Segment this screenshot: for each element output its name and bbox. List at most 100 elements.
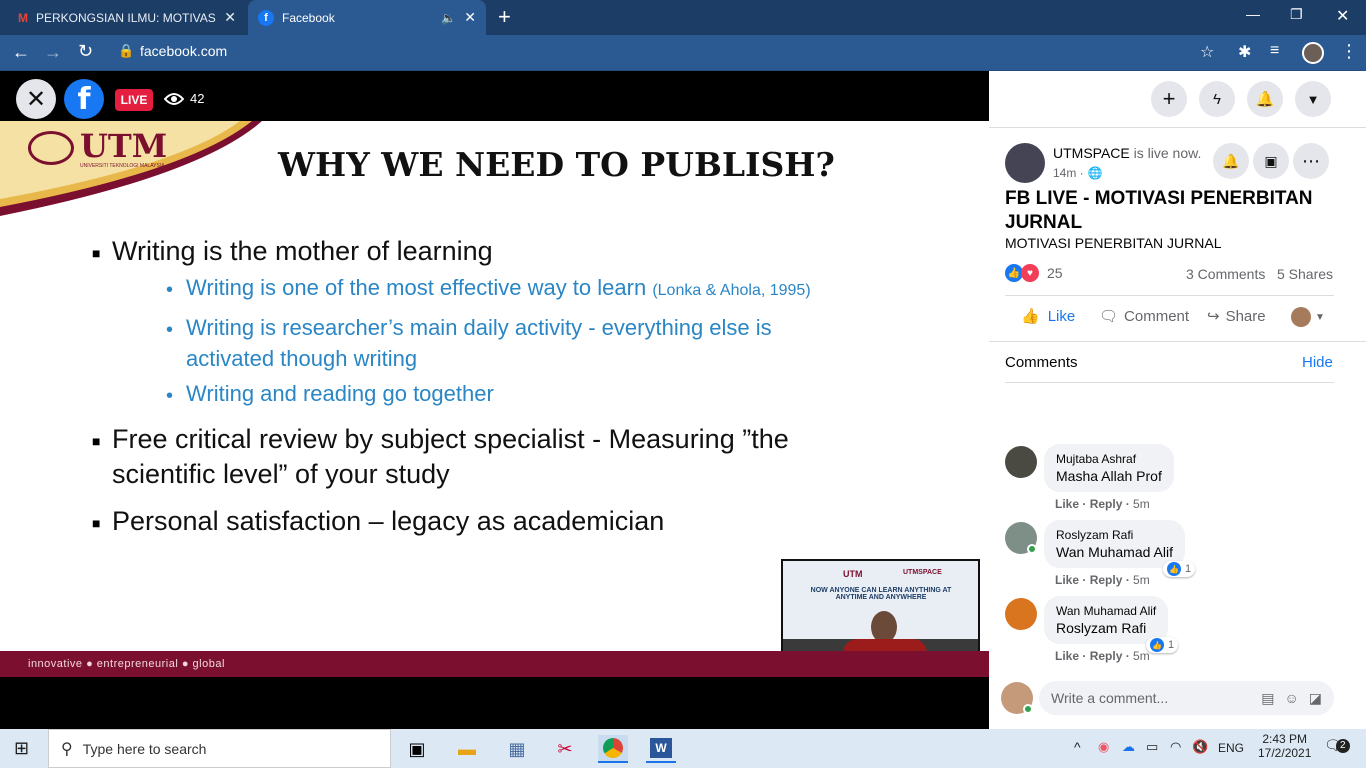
bell-icon[interactable]: 🔔 <box>1213 143 1249 179</box>
show-hidden-icons[interactable]: ^ <box>1074 739 1081 755</box>
tab-facebook[interactable]: f Facebook 🔈 ✕ <box>248 0 486 35</box>
save-icon[interactable]: ▣ <box>1253 143 1289 179</box>
comment-actions: Like · Reply · 5m <box>1055 497 1150 511</box>
divider <box>989 341 1366 342</box>
sub-bullet-text: Writing and reading go together <box>186 381 494 406</box>
clock-date: 17/2/2021 <box>1258 746 1312 760</box>
tray-app-icon[interactable]: ◉ <box>1098 739 1109 755</box>
comment-time[interactable]: 5m <box>1133 649 1150 663</box>
chrome-menu-icon[interactable]: ⋮ <box>1340 41 1358 62</box>
reactions-summary[interactable]: 👍 ♥ 25 <box>1005 264 1063 282</box>
messenger-icon[interactable]: ϟ <box>1199 81 1235 117</box>
comment-avatar[interactable] <box>1005 446 1037 478</box>
comment-author[interactable]: Roslyzam Rafi <box>1056 528 1173 542</box>
comment-reply-link[interactable]: Reply <box>1090 573 1123 587</box>
bookmark-star-icon[interactable]: ☆ <box>1200 42 1214 62</box>
windows-start-icon[interactable]: ⊞ <box>14 738 29 759</box>
wifi-icon[interactable]: ◠ <box>1170 739 1181 755</box>
comment-like-link[interactable]: Like <box>1055 497 1079 511</box>
comment-text: Wan Muhamad Alif <box>1056 544 1173 560</box>
divider <box>1005 295 1334 296</box>
comment-button[interactable]: 🗨 Comment <box>1099 307 1189 326</box>
lock-icon[interactable]: 🔒 <box>118 43 134 59</box>
react-as-selector[interactable]: ▼ <box>1291 307 1325 327</box>
comment-like-link[interactable]: Like <box>1055 649 1079 663</box>
post-time-row: 14m · 🌐 <box>1053 166 1103 180</box>
share-button[interactable]: ↪ Share <box>1207 307 1266 326</box>
media-control-icon[interactable]: ≡ <box>1270 42 1279 60</box>
facebook-favicon-icon: f <box>258 9 274 26</box>
tab-perkongsian[interactable]: M PERKONGSIAN ILMU: MOTIVASI P ✕ <box>8 0 246 35</box>
hide-comments-link[interactable]: Hide <box>1302 354 1333 371</box>
clock[interactable]: 2:43 PM 17/2/2021 <box>1258 732 1311 760</box>
sub-bullet-text: Writing is one of the most effective way… <box>186 275 811 301</box>
page-name[interactable]: UTMSPACE <box>1053 145 1130 161</box>
sticker-icon[interactable]: ◪ <box>1309 690 1322 707</box>
emoji-icon[interactable]: ☺ <box>1284 690 1298 706</box>
taskbar-search[interactable]: ⚲ Type here to search <box>48 729 391 768</box>
comment-bubble: Mujtaba Ashraf Masha Allah Prof <box>1044 444 1174 492</box>
comment-reply-link[interactable]: Reply <box>1090 649 1123 663</box>
post-panel: + ϟ 🔔 ▼ UTMSPACE is live now. 14m · 🌐 🔔 … <box>989 71 1366 729</box>
task-view-icon[interactable]: ▣ <box>402 735 432 763</box>
restore-button[interactable]: ❐ <box>1290 6 1303 23</box>
file-explorer-icon[interactable]: ▬ <box>452 735 482 763</box>
thumbs-up-icon: 👍 <box>1021 308 1040 325</box>
post-header: UTMSPACE is live now. <box>1053 145 1201 161</box>
language-indicator[interactable]: ENG <box>1218 741 1244 755</box>
sub-bullet-text: Writing is researcher’s main daily activ… <box>186 315 772 340</box>
comment-like-link[interactable]: Like <box>1055 573 1079 587</box>
pip-logo: UTM <box>843 569 863 579</box>
battery-icon[interactable]: ▭ <box>1146 739 1158 755</box>
snipping-tool-icon[interactable]: ✂ <box>550 735 580 763</box>
speaker-muted-icon[interactable]: 🔈 <box>441 11 456 25</box>
comment-input[interactable]: Write a comment... ▤ ☺ ◪ <box>1039 681 1334 715</box>
comment-like-count[interactable]: 👍 1 <box>1163 561 1196 577</box>
comment-reply-link[interactable]: Reply <box>1090 497 1123 511</box>
create-icon[interactable]: + <box>1151 81 1187 117</box>
forward-icon[interactable]: → <box>44 42 62 63</box>
chrome-taskbar-icon[interactable] <box>598 735 628 763</box>
viewer-count-value: 42 <box>190 91 205 106</box>
comment-time[interactable]: 5m <box>1133 573 1150 587</box>
gif-icon[interactable]: ▤ <box>1261 690 1274 707</box>
reload-icon[interactable]: ↻ <box>78 41 93 62</box>
close-video-icon[interactable]: ✕ <box>16 79 56 119</box>
volume-icon[interactable]: 🔇 <box>1192 739 1208 755</box>
onedrive-icon[interactable]: ☁ <box>1122 739 1135 755</box>
notification-count: 2 <box>1335 738 1350 753</box>
shares-count[interactable]: 5 Shares <box>1277 266 1333 282</box>
comment-author[interactable]: Wan Muhamad Alif <box>1056 604 1156 618</box>
close-window-button[interactable]: ✕ <box>1336 6 1349 26</box>
bullet-icon: ■ <box>92 515 101 531</box>
url-field[interactable]: facebook.com <box>140 43 227 59</box>
notification-center[interactable]: 🗨 2 <box>1324 737 1350 754</box>
comment-avatar[interactable] <box>1005 598 1037 630</box>
bullet-icon: ■ <box>92 245 101 261</box>
comment-like-count[interactable]: 👍 1 <box>1146 637 1179 653</box>
comment-text: Roslyzam Rafi <box>1056 620 1147 636</box>
bullet-text: Personal satisfaction – legacy as academ… <box>112 506 665 536</box>
minimize-button[interactable]: — <box>1246 6 1260 22</box>
facebook-logo-icon[interactable]: f <box>64 79 104 119</box>
comments-count[interactable]: 3 Comments <box>1186 266 1265 282</box>
calculator-icon[interactable]: ▦ <box>502 735 532 763</box>
back-icon[interactable]: ← <box>12 42 30 63</box>
like-button[interactable]: 👍 Like <box>1021 307 1075 326</box>
word-icon: W <box>650 738 672 758</box>
more-options-icon[interactable]: ⋯ <box>1293 143 1329 179</box>
tab-close-icon[interactable]: ✕ <box>224 9 236 26</box>
new-tab-button[interactable]: + <box>498 4 511 30</box>
comment-author[interactable]: Mujtaba Ashraf <box>1056 452 1162 466</box>
sub-bullet-icon: • <box>166 279 174 301</box>
post-time[interactable]: 14m · <box>1053 166 1084 180</box>
word-taskbar-icon[interactable]: W <box>646 735 676 763</box>
notifications-icon[interactable]: 🔔 <box>1247 81 1283 117</box>
chrome-icon <box>603 738 623 758</box>
page-avatar[interactable] <box>1005 143 1045 183</box>
comment-time[interactable]: 5m <box>1133 497 1150 511</box>
extensions-icon[interactable]: ✱ <box>1238 42 1251 62</box>
profile-avatar[interactable] <box>1302 42 1324 64</box>
account-dropdown-icon[interactable]: ▼ <box>1295 81 1331 117</box>
tab-close-icon[interactable]: ✕ <box>464 9 476 26</box>
